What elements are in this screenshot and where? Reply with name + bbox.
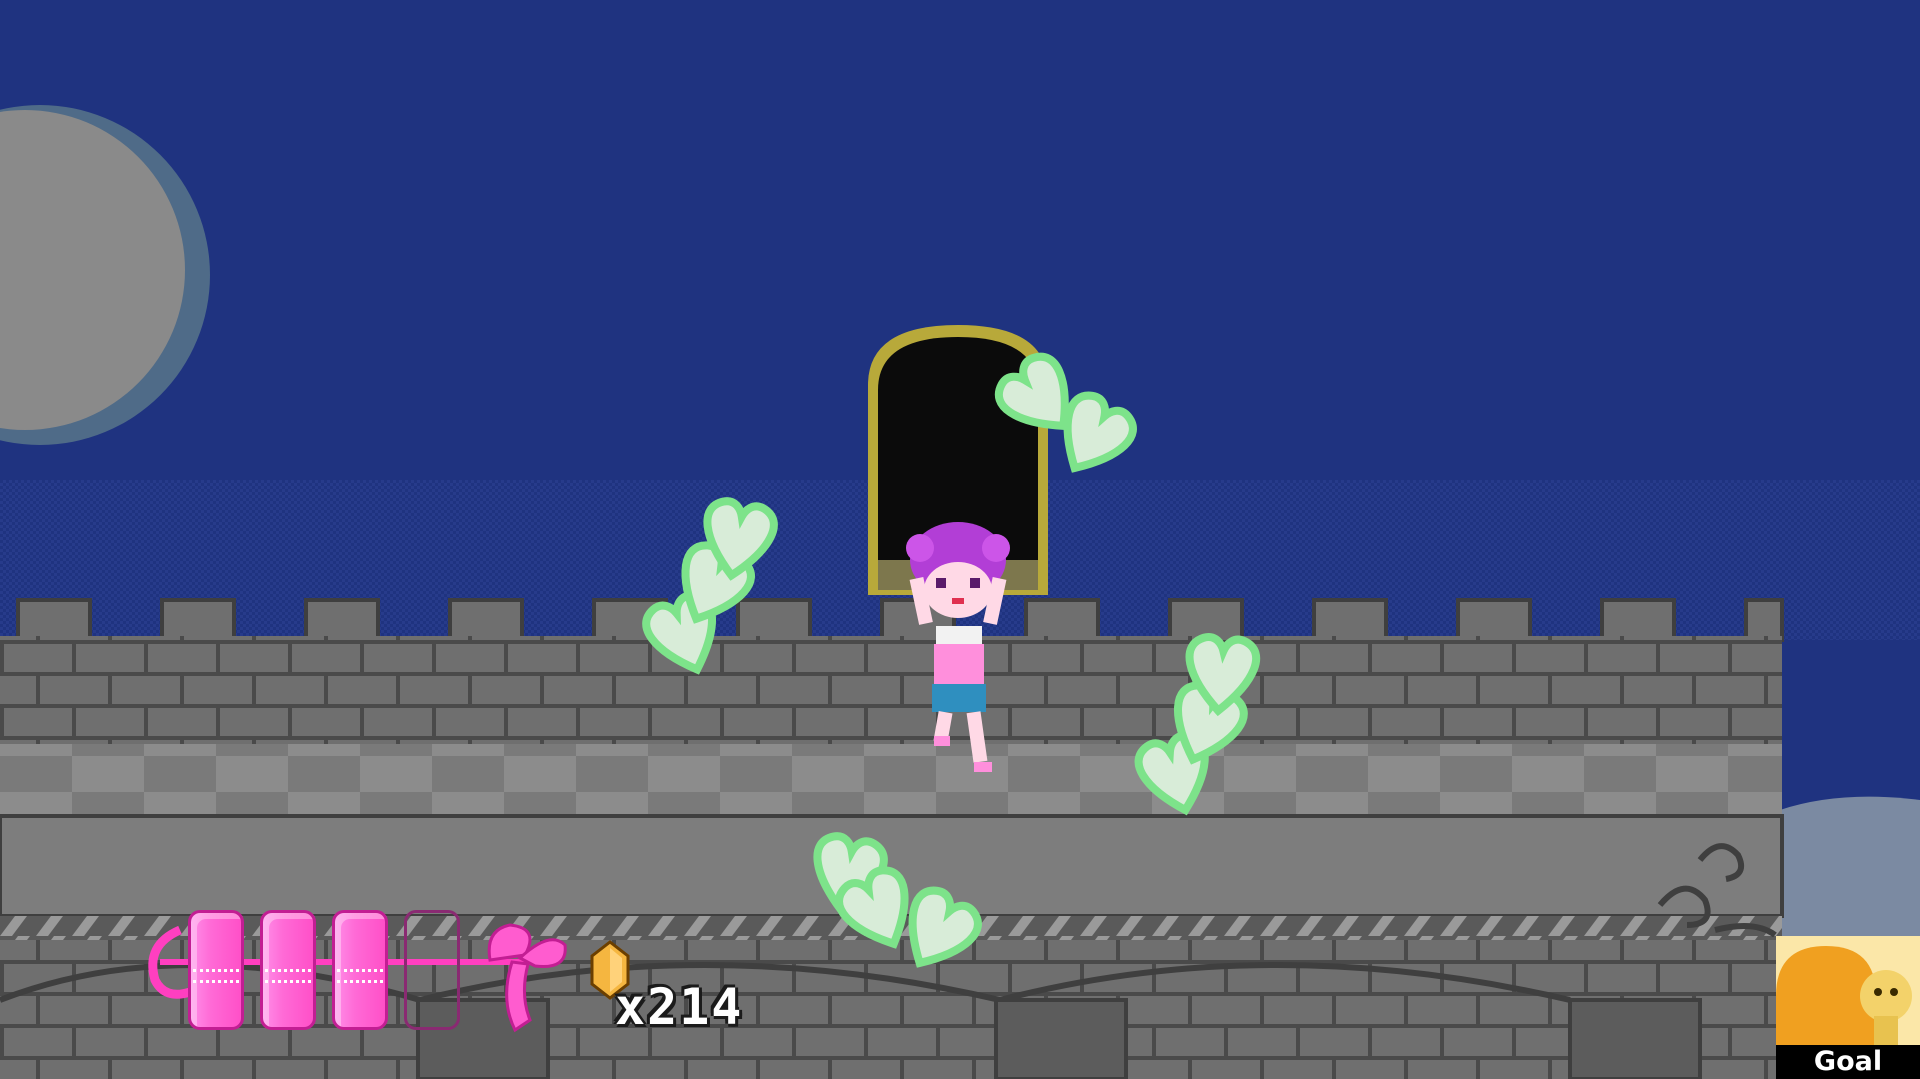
- health-slot: [188, 910, 244, 1030]
- health-slot: [260, 910, 316, 1030]
- health-slot-bow: [265, 969, 311, 983]
- goal-label: Goal: [1813, 1046, 1883, 1077]
- health-slot-bow: [337, 969, 383, 983]
- health-bar: [140, 900, 570, 1040]
- goal-portrait-icon: [1776, 936, 1920, 1045]
- goal-panel: Goal: [1776, 936, 1920, 1079]
- health-slot-bow: [193, 969, 239, 983]
- game-stage: x214 Goal: [0, 0, 1920, 1079]
- brick-wall: [0, 636, 1782, 744]
- health-slot: [332, 910, 388, 1030]
- gem-count: x214: [615, 978, 744, 1036]
- walkway: [0, 744, 1782, 816]
- health-slot: [404, 910, 460, 1030]
